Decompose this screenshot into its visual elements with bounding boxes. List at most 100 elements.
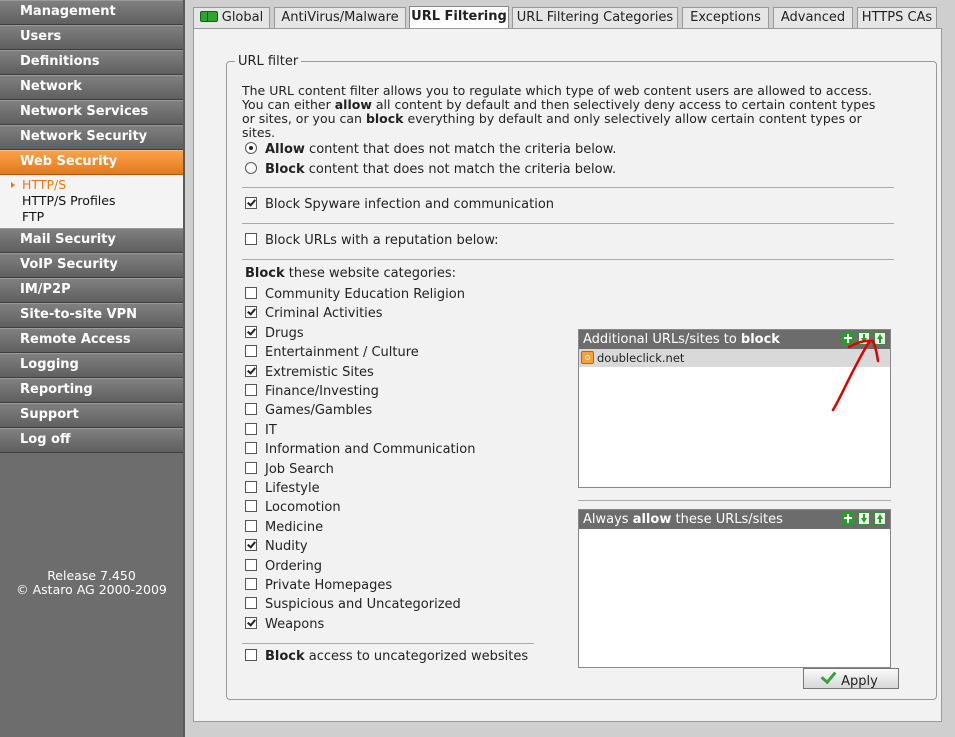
separator xyxy=(242,223,894,224)
category-checkbox[interactable] xyxy=(245,364,257,377)
nav-item-logging[interactable]: Logging xyxy=(0,353,183,378)
nav-item-log-off[interactable]: Log off xyxy=(0,428,183,453)
nav-item-mail-security[interactable]: Mail Security xyxy=(0,228,183,253)
category-checkbox[interactable] xyxy=(245,519,257,532)
category-row[interactable]: Games/Gambles xyxy=(245,402,372,420)
radio-block-row[interactable]: Block content that does not match the cr… xyxy=(245,161,616,179)
category-checkbox[interactable] xyxy=(245,287,257,299)
category-row[interactable]: Information and Communication xyxy=(245,441,475,459)
nav-item-network[interactable]: Network xyxy=(0,75,183,100)
list-item[interactable]: doubleclick.net xyxy=(579,349,890,367)
tab-url-filtering-categories[interactable]: URL Filtering Categories xyxy=(512,7,678,28)
categories-heading: Block these website categories: xyxy=(245,266,457,281)
category-checkbox[interactable] xyxy=(245,325,257,338)
allow-list-header: Always allow these URLs/sites xyxy=(579,510,890,529)
add-icon[interactable] xyxy=(842,512,854,525)
radio-allow-row[interactable]: Allow content that does not match the cr… xyxy=(245,141,616,159)
nav-item-site-to-site-vpn[interactable]: Site-to-site VPN xyxy=(0,303,183,328)
nav-item-web-security[interactable]: Web Security xyxy=(0,150,183,175)
sidebar: Management Users Definitions Network Net… xyxy=(0,0,183,737)
add-icon[interactable] xyxy=(842,332,854,345)
separator xyxy=(242,643,534,644)
category-checkbox[interactable] xyxy=(245,616,257,629)
url-filtering-panel: URL filter The URL content filter allows… xyxy=(193,28,942,722)
nav-item-support[interactable]: Support xyxy=(0,403,183,428)
tab-global[interactable]: Global xyxy=(193,7,270,28)
tab-exceptions[interactable]: Exceptions xyxy=(682,7,769,28)
release-version: Release 7.450 xyxy=(47,568,136,583)
category-row[interactable]: Ordering xyxy=(245,558,322,576)
nav-item-network-security[interactable]: Network Security xyxy=(0,125,183,150)
subnav-item-https-profiles[interactable]: HTTP/S Profiles xyxy=(0,193,183,209)
reputation-checkbox[interactable] xyxy=(245,233,257,245)
category-row[interactable]: Suspicious and Uncategorized xyxy=(245,596,461,614)
category-row[interactable]: Community Education Religion xyxy=(245,286,465,304)
category-row[interactable]: Finance/Investing xyxy=(245,383,379,401)
category-checkbox[interactable] xyxy=(245,539,257,552)
uncategorized-checkbox[interactable] xyxy=(245,649,257,661)
toggle-on-icon xyxy=(199,11,218,22)
nav-item-definitions[interactable]: Definitions xyxy=(0,50,183,75)
category-checkbox[interactable] xyxy=(245,422,257,435)
block-url-list: Additional URLs/sites to block doublecli… xyxy=(578,329,891,488)
category-checkbox[interactable] xyxy=(245,461,257,474)
export-icon[interactable] xyxy=(874,332,886,345)
category-row[interactable]: Criminal Activities xyxy=(245,305,383,323)
category-row[interactable]: Locomotion xyxy=(245,499,341,517)
apply-button[interactable]: Apply xyxy=(803,667,899,689)
tab-url-filtering[interactable]: URL Filtering xyxy=(409,6,509,29)
url-icon xyxy=(581,351,594,364)
tab-https-cas[interactable]: HTTPS CAs xyxy=(857,7,937,28)
import-icon[interactable] xyxy=(858,512,870,525)
category-row[interactable]: Medicine xyxy=(245,519,323,537)
export-icon[interactable] xyxy=(874,512,886,525)
radio-allow[interactable] xyxy=(245,142,257,154)
category-row[interactable]: Drugs xyxy=(245,325,304,343)
spyware-row[interactable]: Block Spyware infection and communicatio… xyxy=(245,196,554,214)
category-row[interactable]: Job Search xyxy=(245,461,334,479)
category-row[interactable]: Weapons xyxy=(245,616,324,634)
tab-antivirus-malware[interactable]: AntiVirus/Malware xyxy=(274,7,406,28)
separator xyxy=(242,187,894,188)
copyright: © Astaro AG 2000-2009 xyxy=(16,582,167,597)
category-checkbox[interactable] xyxy=(245,442,257,455)
subnav-item-https[interactable]: HTTP/S xyxy=(0,177,183,193)
category-checkbox[interactable] xyxy=(245,384,257,396)
nav-item-users[interactable]: Users xyxy=(0,25,183,50)
nav-item-im-p2p[interactable]: IM/P2P xyxy=(0,278,183,303)
active-arrow-icon xyxy=(11,182,15,188)
category-row[interactable]: Entertainment / Culture xyxy=(245,344,419,362)
category-checkbox[interactable] xyxy=(245,558,257,571)
category-row[interactable]: IT xyxy=(245,422,277,440)
category-row[interactable]: Extremistic Sites xyxy=(245,364,374,382)
allow-url-list: Always allow these URLs/sites xyxy=(578,509,891,668)
nav-item-voip-security[interactable]: VoIP Security xyxy=(0,253,183,278)
nav-item-network-services[interactable]: Network Services xyxy=(0,100,183,125)
nav-item-management[interactable]: Management xyxy=(0,0,183,25)
category-checkbox[interactable] xyxy=(245,578,257,590)
spyware-checkbox[interactable] xyxy=(245,197,257,209)
tab-advanced[interactable]: Advanced xyxy=(773,7,853,28)
release-info: Release 7.450 © Astaro AG 2000-2009 xyxy=(0,569,183,597)
category-row[interactable]: Lifestyle xyxy=(245,480,320,498)
subnav-item-ftp[interactable]: FTP xyxy=(0,209,183,225)
category-checkbox[interactable] xyxy=(245,306,257,319)
radio-block[interactable] xyxy=(245,162,257,174)
category-checkbox[interactable] xyxy=(245,345,257,358)
category-checkbox[interactable] xyxy=(245,500,257,513)
fieldset-legend: URL filter xyxy=(238,54,299,69)
category-checkbox[interactable] xyxy=(245,597,257,610)
main-content: Global AntiVirus/Malware URL Filtering U… xyxy=(185,0,955,737)
uncategorized-row[interactable]: Block access to uncategorized websites xyxy=(245,648,528,666)
block-list-header: Additional URLs/sites to block xyxy=(579,330,890,349)
url-filter-fieldset: URL filter The URL content filter allows… xyxy=(226,54,937,700)
category-checkbox[interactable] xyxy=(245,481,257,493)
nav-item-reporting[interactable]: Reporting xyxy=(0,378,183,403)
category-checkbox[interactable] xyxy=(245,403,257,416)
category-row[interactable]: Private Homepages xyxy=(245,577,392,595)
nav-item-remote-access[interactable]: Remote Access xyxy=(0,328,183,353)
web-security-submenu: HTTP/S HTTP/S Profiles FTP xyxy=(0,175,183,228)
category-row[interactable]: Nudity xyxy=(245,538,308,556)
import-icon[interactable] xyxy=(858,332,870,345)
reputation-row[interactable]: Block URLs with a reputation below: xyxy=(245,232,499,250)
